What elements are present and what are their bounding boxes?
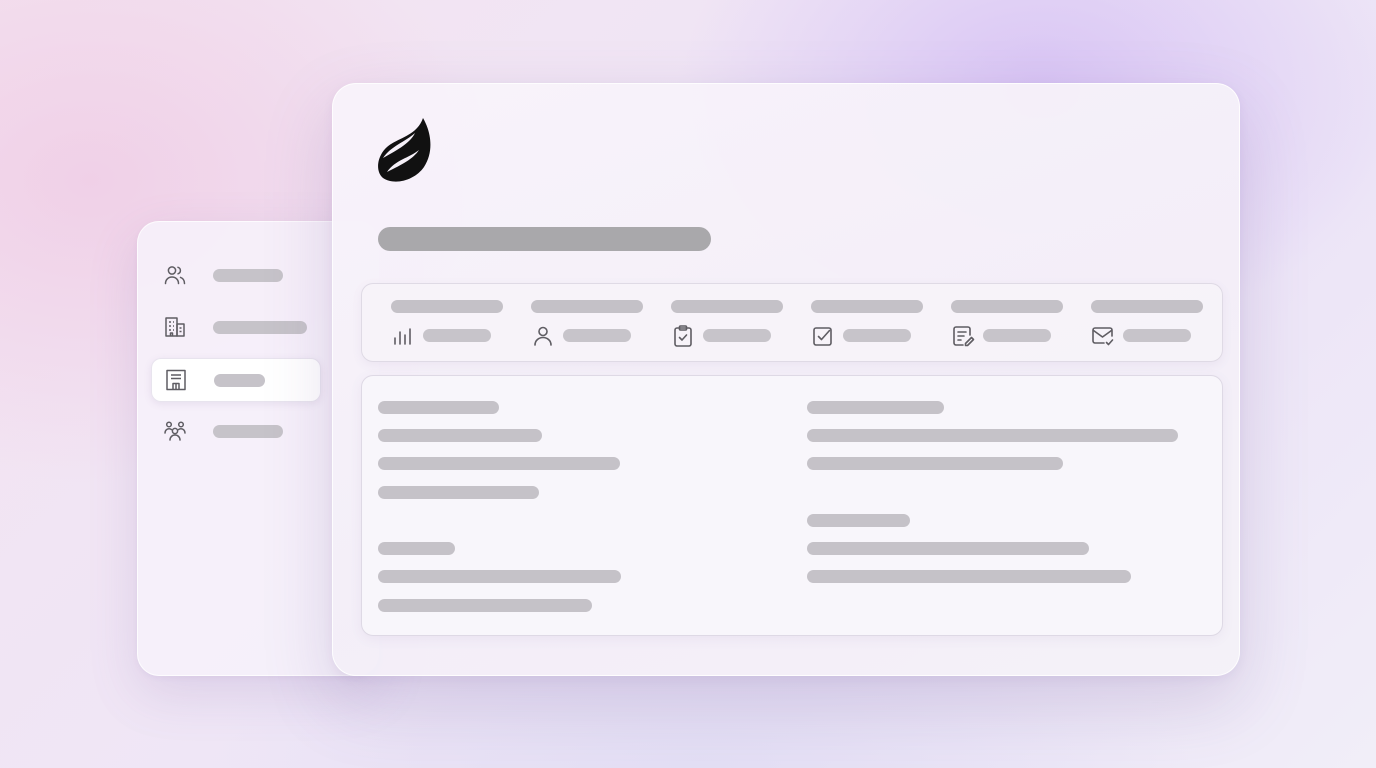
sidebar-item-users[interactable] bbox=[151, 254, 319, 296]
sidebar-item-label bbox=[214, 374, 265, 387]
mail-check-icon bbox=[1091, 324, 1115, 348]
checkbox-icon bbox=[811, 324, 835, 348]
stat-value bbox=[1123, 329, 1191, 342]
detail-line bbox=[378, 486, 539, 499]
users-icon bbox=[163, 263, 187, 287]
detail-line bbox=[378, 429, 542, 442]
section-heading bbox=[807, 401, 944, 414]
page-title bbox=[378, 227, 711, 251]
team-icon bbox=[163, 419, 187, 443]
stat-messages[interactable] bbox=[1091, 284, 1231, 361]
detail-line bbox=[807, 570, 1131, 583]
sidebar-item-label bbox=[213, 321, 307, 334]
stat-value bbox=[843, 329, 911, 342]
document-edit-icon bbox=[951, 324, 975, 348]
detail-line bbox=[378, 457, 620, 470]
storefront-icon bbox=[164, 368, 188, 392]
section-heading bbox=[378, 542, 455, 555]
section-heading bbox=[378, 401, 499, 414]
sidebar-item-storefront[interactable] bbox=[151, 358, 321, 402]
clipboard-check-icon bbox=[671, 324, 695, 348]
bar-chart-icon bbox=[391, 324, 415, 348]
stat-people[interactable] bbox=[531, 284, 671, 361]
sidebar-item-team[interactable] bbox=[151, 410, 319, 452]
stat-completed[interactable] bbox=[811, 284, 951, 361]
stats-row bbox=[361, 283, 1223, 362]
detail-line bbox=[807, 457, 1063, 470]
stat-label bbox=[391, 300, 503, 313]
section-heading bbox=[807, 514, 910, 527]
sidebar-item-buildings[interactable] bbox=[151, 306, 319, 348]
stat-label bbox=[671, 300, 783, 313]
stat-value bbox=[563, 329, 631, 342]
stat-value bbox=[703, 329, 771, 342]
stat-tasks[interactable] bbox=[671, 284, 811, 361]
stat-value bbox=[983, 329, 1051, 342]
building-icon bbox=[163, 315, 187, 339]
stat-label bbox=[531, 300, 643, 313]
stat-label bbox=[951, 300, 1063, 313]
detail-line bbox=[378, 599, 592, 612]
stat-metrics[interactable] bbox=[391, 284, 531, 361]
stat-label bbox=[811, 300, 923, 313]
detail-line bbox=[378, 570, 621, 583]
stat-label bbox=[1091, 300, 1203, 313]
stat-documents[interactable] bbox=[951, 284, 1091, 361]
stat-value bbox=[423, 329, 491, 342]
person-icon bbox=[531, 324, 555, 348]
details-card bbox=[361, 375, 1223, 636]
flame-logo-icon bbox=[377, 116, 433, 184]
detail-line bbox=[807, 542, 1089, 555]
sidebar-item-label bbox=[213, 425, 283, 438]
sidebar-item-label bbox=[213, 269, 283, 282]
main-window bbox=[332, 83, 1240, 676]
detail-line bbox=[807, 429, 1178, 442]
